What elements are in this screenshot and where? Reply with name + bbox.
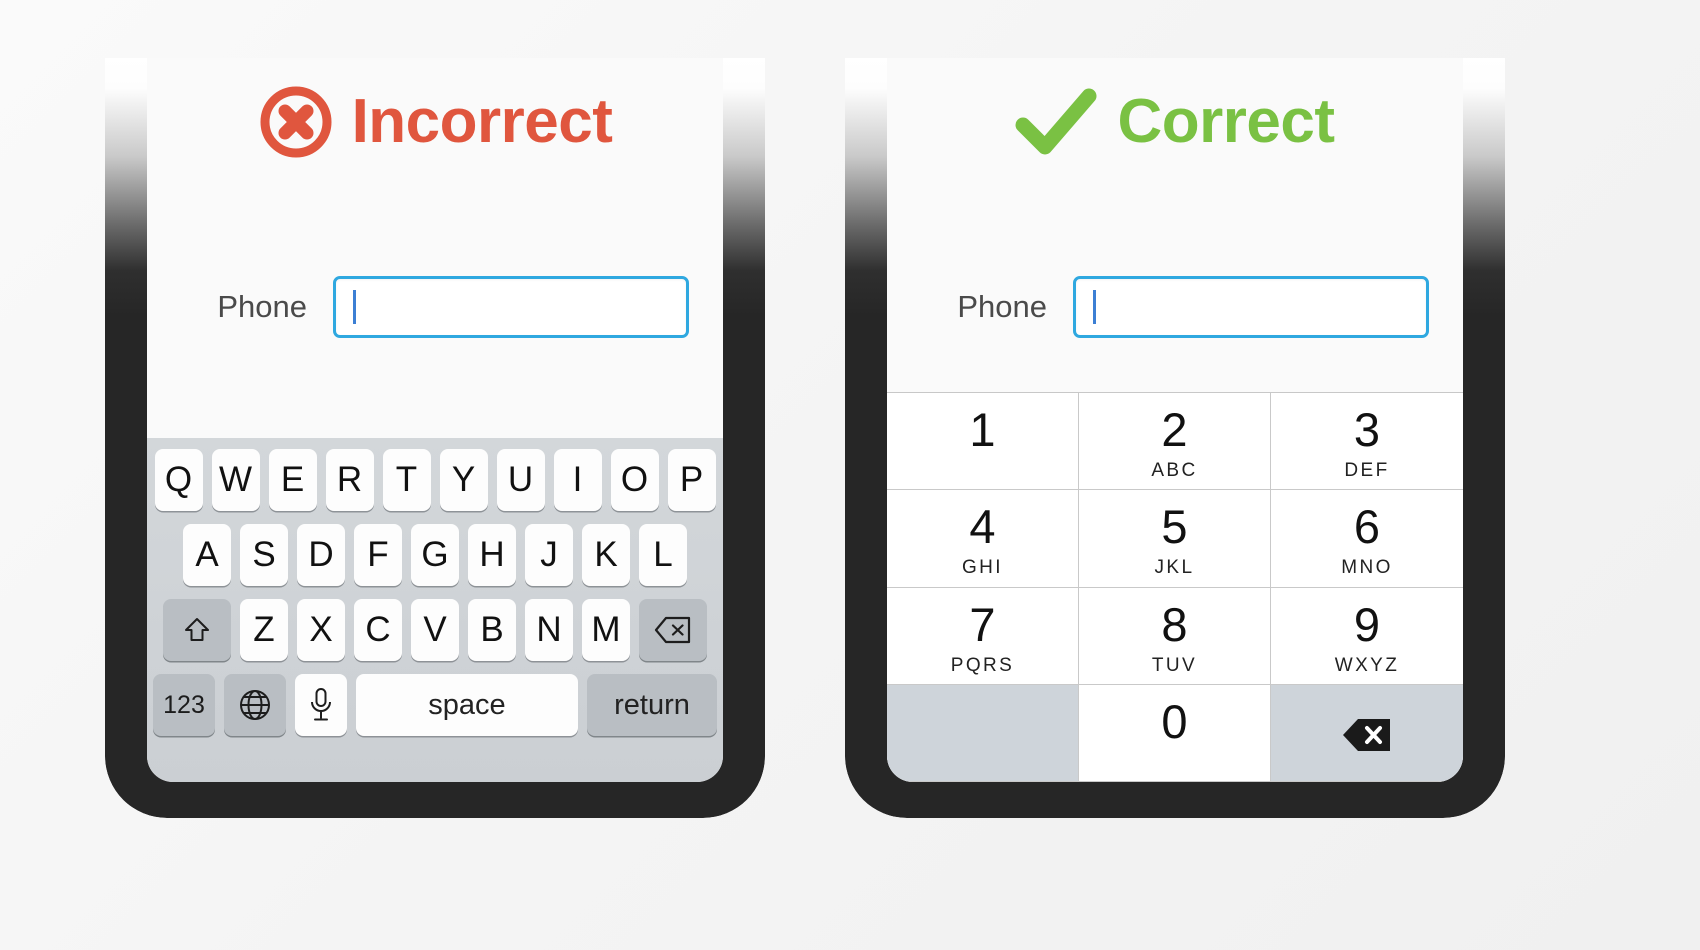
shift-icon (185, 618, 209, 641)
key-g[interactable]: G (411, 524, 459, 586)
numkey-digit: 7 (969, 597, 996, 651)
key-d[interactable]: D (297, 524, 345, 586)
key-mic[interactable] (295, 674, 347, 736)
numkey-letters: TUV (1151, 654, 1198, 676)
key-m[interactable]: M (582, 599, 630, 661)
numkey-1[interactable]: 1 (887, 393, 1079, 491)
key-b[interactable]: B (468, 599, 516, 661)
numkey-blank (887, 684, 1079, 782)
key-delete[interactable] (639, 599, 707, 661)
numkey-digit: 9 (1353, 597, 1381, 651)
numkey-9[interactable]: 9 WXYZ (1271, 587, 1463, 685)
key-globe[interactable] (224, 674, 286, 736)
key-p[interactable]: P (667, 449, 716, 511)
numkey-digit: 2 (1161, 403, 1188, 457)
key-f[interactable]: F (354, 524, 402, 586)
numkey-digit: 6 (1353, 500, 1381, 554)
phone-mockup-correct: Correct Phone 1 2 ABC 3 DEF 4 GHI 5 JKL … (845, 58, 1505, 818)
phone-input-incorrect[interactable] (333, 276, 689, 338)
status-header-correct: Correct (887, 76, 1463, 168)
key-x[interactable]: X (297, 599, 345, 661)
key-e[interactable]: E (268, 449, 317, 511)
phone-screen: Correct Phone 1 2 ABC 3 DEF 4 GHI 5 JKL … (887, 58, 1463, 782)
key-v[interactable]: V (411, 599, 459, 661)
key-y[interactable]: Y (439, 449, 488, 511)
circle-x-icon (260, 86, 332, 158)
numkey-digit: 4 (969, 500, 996, 554)
status-header-incorrect: Incorrect (147, 76, 723, 168)
mic-icon (311, 688, 331, 721)
key-s[interactable]: S (240, 524, 288, 586)
qwerty-keyboard: Q W E R T Y U I O P A S D F G H J K L Z … (147, 438, 723, 782)
text-caret (1093, 290, 1096, 324)
delete-icon (654, 616, 691, 644)
key-space[interactable]: space (356, 674, 578, 736)
key-t[interactable]: T (382, 449, 431, 511)
key-l[interactable]: L (639, 524, 687, 586)
numkey-letters: WXYZ (1334, 654, 1400, 676)
key-shift[interactable] (163, 599, 231, 661)
key-o[interactable]: O (610, 449, 659, 511)
key-r[interactable]: R (325, 449, 374, 511)
key-numbers[interactable]: 123 (153, 674, 215, 736)
key-return[interactable]: return (587, 674, 717, 736)
numkey-4[interactable]: 4 GHI (887, 490, 1079, 588)
form-row-phone-correct: Phone (921, 276, 1429, 338)
numkey-digit: 5 (1161, 500, 1188, 554)
numkey-8[interactable]: 8 TUV (1079, 587, 1271, 685)
numkey-letters: ABC (1151, 460, 1198, 482)
keyboard-row-2: A S D F G H J K L (153, 524, 717, 586)
key-w[interactable]: W (211, 449, 260, 511)
numkey-digit: 8 (1161, 597, 1188, 651)
phone-screen: Incorrect Phone Q W E R T Y U I O P A S … (147, 58, 723, 782)
keyboard-row-4: 123 space return (153, 674, 717, 736)
numkey-0[interactable]: 0 (1079, 684, 1271, 782)
keyboard-row-1: Q W E R T Y U I O P (153, 449, 717, 511)
key-q[interactable]: Q (154, 449, 203, 511)
numkey-digit: 1 (969, 403, 996, 457)
phone-field-label: Phone (957, 289, 1047, 324)
numkey-delete[interactable] (1271, 684, 1463, 782)
numkey-letters: DEF (1344, 460, 1390, 482)
key-z[interactable]: Z (240, 599, 288, 661)
keyboard-row-3: Z X C V B N M (153, 599, 717, 661)
numkey-letters: PQRS (950, 654, 1015, 676)
panel-correct: Correct Phone 1 2 ABC 3 DEF 4 GHI 5 JKL … (845, 58, 1505, 818)
numkey-digit: 0 (1161, 694, 1188, 748)
numkey-3[interactable]: 3 DEF (1271, 393, 1463, 491)
key-i[interactable]: I (553, 449, 602, 511)
phone-input-correct[interactable] (1073, 276, 1429, 338)
text-caret (353, 290, 356, 324)
key-u[interactable]: U (496, 449, 545, 511)
globe-icon (240, 690, 270, 720)
status-label-incorrect: Incorrect (351, 87, 613, 156)
numkey-letters: JKL (1154, 557, 1195, 579)
numkey-digit: 3 (1353, 403, 1381, 457)
key-n[interactable]: N (525, 599, 573, 661)
numkey-7[interactable]: 7 PQRS (887, 587, 1079, 685)
key-c[interactable]: C (354, 599, 402, 661)
key-h[interactable]: H (468, 524, 516, 586)
phone-field-label: Phone (217, 289, 307, 324)
form-row-phone-incorrect: Phone (181, 276, 689, 338)
numkey-letters: MNO (1341, 557, 1393, 579)
phone-mockup-incorrect: Incorrect Phone Q W E R T Y U I O P A S … (105, 58, 765, 818)
numkey-5[interactable]: 5 JKL (1079, 490, 1271, 588)
key-k[interactable]: K (582, 524, 630, 586)
check-icon (1015, 88, 1097, 155)
numkey-6[interactable]: 6 MNO (1271, 490, 1463, 588)
status-label-correct: Correct (1117, 87, 1335, 156)
panel-incorrect: Incorrect Phone Q W E R T Y U I O P A S … (105, 58, 765, 818)
key-j[interactable]: J (525, 524, 573, 586)
key-a[interactable]: A (183, 524, 231, 586)
delete-icon (1343, 718, 1390, 751)
numkey-2[interactable]: 2 ABC (1079, 393, 1271, 491)
numkey-letters: GHI (962, 557, 1003, 579)
numeric-keypad: 1 2 ABC 3 DEF 4 GHI 5 JKL 6 MNO 7 PQRS 8… (887, 392, 1463, 782)
